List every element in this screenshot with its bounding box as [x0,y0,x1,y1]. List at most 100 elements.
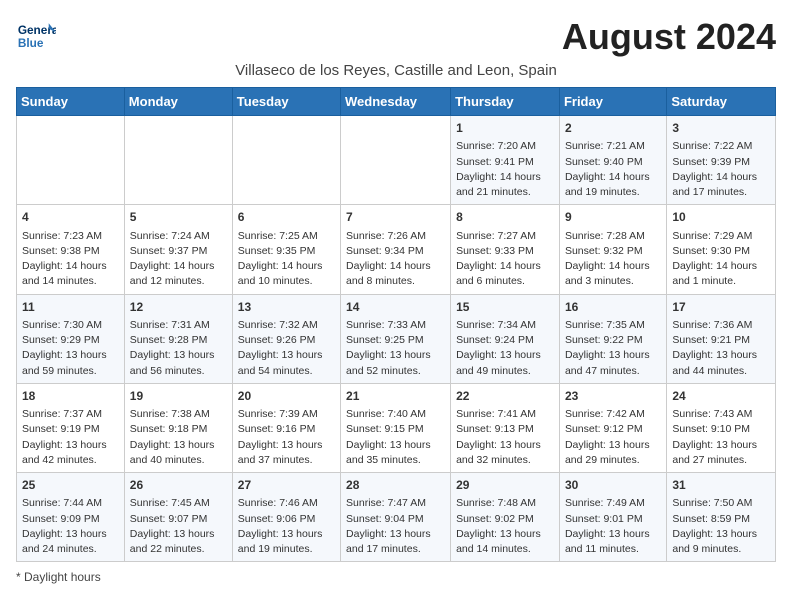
header: General Blue August 2024 [16,16,776,58]
day-number: 16 [565,299,661,316]
calendar-cell: 11 Sunrise: 7:30 AMSunset: 9:29 PMDayligh… [17,294,125,383]
day-info: Sunrise: 7:49 AMSunset: 9:01 PMDaylight:… [565,496,661,557]
calendar-header: SundayMondayTuesdayWednesdayThursdayFrid… [17,88,776,116]
calendar-cell [17,116,125,205]
day-info: Sunrise: 7:48 AMSunset: 9:02 PMDaylight:… [456,496,554,557]
day-info: Sunrise: 7:26 AMSunset: 9:34 PMDaylight:… [346,229,445,290]
day-info: Sunrise: 7:42 AMSunset: 9:12 PMDaylight:… [565,407,661,468]
day-number: 20 [238,388,335,405]
calendar-cell: 13Sunrise: 7:32 AMSunset: 9:26 PMDayligh… [232,294,340,383]
day-number: 10 [672,209,770,226]
day-number: 28 [346,477,445,494]
day-number: 23 [565,388,661,405]
calendar-cell: 14 Sunrise: 7:33 AMSunset: 9:25 PMDayligh… [341,294,451,383]
day-number: 26 [130,477,227,494]
calendar-cell: 19 Sunrise: 7:38 AMSunset: 9:18 PMDayligh… [124,383,232,472]
day-number: 4 [22,209,119,226]
day-info: Sunrise: 7:36 AMSunset: 9:21 PMDaylight:… [672,318,770,379]
day-number: 11 [22,299,119,316]
day-number: 30 [565,477,661,494]
day-info: Sunrise: 7:38 AMSunset: 9:18 PMDaylight:… [130,407,227,468]
calendar-cell: 26 Sunrise: 7:45 AMSunset: 9:07 PMDayligh… [124,473,232,562]
calendar-cell: 8 Sunrise: 7:27 AMSunset: 9:33 PMDaylight… [451,205,560,294]
calendar-cell: 15 Sunrise: 7:34 AMSunset: 9:24 PMDayligh… [451,294,560,383]
weekday-row: SundayMondayTuesdayWednesdayThursdayFrid… [17,88,776,116]
calendar-cell: 9 Sunrise: 7:28 AMSunset: 9:32 PMDaylight… [559,205,666,294]
calendar-cell: 24Sunrise: 7:43 AMSunset: 9:10 PMDayligh… [667,383,776,472]
calendar-cell: 28 Sunrise: 7:47 AMSunset: 9:04 PMDayligh… [341,473,451,562]
calendar-cell: 1Sunrise: 7:20 AMSunset: 9:41 PMDaylight… [451,116,560,205]
day-info: Sunrise: 7:28 AMSunset: 9:32 PMDaylight:… [565,229,661,290]
day-number: 29 [456,477,554,494]
calendar-cell [124,116,232,205]
day-number: 31 [672,477,770,494]
day-info: Sunrise: 7:25 AMSunset: 9:35 PMDaylight:… [238,229,335,290]
calendar-cell: 6Sunrise: 7:25 AMSunset: 9:35 PMDaylight… [232,205,340,294]
calendar-cell: 21Sunrise: 7:40 AMSunset: 9:15 PMDayligh… [341,383,451,472]
week-row-3: 11 Sunrise: 7:30 AMSunset: 9:29 PMDayligh… [17,294,776,383]
day-number: 17 [672,299,770,316]
day-info: Sunrise: 7:33 AMSunset: 9:25 PMDaylight:… [346,318,445,379]
day-info: Sunrise: 7:34 AMSunset: 9:24 PMDaylight:… [456,318,554,379]
day-info: Sunrise: 7:50 AMSunset: 8:59 PMDaylight:… [672,496,770,557]
day-info: Sunrise: 7:45 AMSunset: 9:07 PMDaylight:… [130,496,227,557]
calendar-cell: 27Sunrise: 7:46 AMSunset: 9:06 PMDayligh… [232,473,340,562]
day-number: 18 [22,388,119,405]
day-number: 8 [456,209,554,226]
calendar-title: August 2024 [562,16,776,58]
weekday-header-monday: Monday [124,88,232,116]
day-info: Sunrise: 7:30 AMSunset: 9:29 PMDaylight:… [22,318,119,379]
day-info: Sunrise: 7:47 AMSunset: 9:04 PMDaylight:… [346,496,445,557]
calendar-cell: 17 Sunrise: 7:36 AMSunset: 9:21 PMDayligh… [667,294,776,383]
day-number: 24 [672,388,770,405]
calendar-cell: 16 Sunrise: 7:35 AMSunset: 9:22 PMDayligh… [559,294,666,383]
day-number: 15 [456,299,554,316]
logo-area: General Blue [16,16,56,56]
calendar-cell: 2Sunrise: 7:21 AMSunset: 9:40 PMDaylight… [559,116,666,205]
day-number: 27 [238,477,335,494]
calendar-cell: 23 Sunrise: 7:42 AMSunset: 9:12 PMDayligh… [559,383,666,472]
day-info: Sunrise: 7:32 AMSunset: 9:26 PMDaylight:… [238,318,335,379]
logo-icon: General Blue [16,16,56,56]
day-number: 21 [346,388,445,405]
day-number: 9 [565,209,661,226]
day-info: Sunrise: 7:41 AMSunset: 9:13 PMDaylight:… [456,407,554,468]
svg-text:Blue: Blue [18,36,44,50]
day-number: 25 [22,477,119,494]
weekday-header-saturday: Saturday [667,88,776,116]
day-info: Sunrise: 7:39 AMSunset: 9:16 PMDaylight:… [238,407,335,468]
calendar-cell: 22 Sunrise: 7:41 AMSunset: 9:13 PMDayligh… [451,383,560,472]
week-row-4: 18 Sunrise: 7:37 AMSunset: 9:19 PMDayligh… [17,383,776,472]
calendar-cell: 20 Sunrise: 7:39 AMSunset: 9:16 PMDayligh… [232,383,340,472]
calendar-table: SundayMondayTuesdayWednesdayThursdayFrid… [16,87,776,562]
calendar-cell: 7Sunrise: 7:26 AMSunset: 9:34 PMDaylight… [341,205,451,294]
footer-note-text: Daylight hours [24,570,101,584]
calendar-body: 1Sunrise: 7:20 AMSunset: 9:41 PMDaylight… [17,116,776,562]
week-row-5: 25 Sunrise: 7:44 AMSunset: 9:09 PMDayligh… [17,473,776,562]
day-info: Sunrise: 7:23 AMSunset: 9:38 PMDaylight:… [22,229,119,290]
day-number: 22 [456,388,554,405]
day-info: Sunrise: 7:37 AMSunset: 9:19 PMDaylight:… [22,407,119,468]
calendar-cell: 3Sunrise: 7:22 AMSunset: 9:39 PMDaylight… [667,116,776,205]
day-number: 12 [130,299,227,316]
calendar-cell: 18 Sunrise: 7:37 AMSunset: 9:19 PMDayligh… [17,383,125,472]
day-info: Sunrise: 7:22 AMSunset: 9:39 PMDaylight:… [672,139,770,200]
day-info: Sunrise: 7:44 AMSunset: 9:09 PMDaylight:… [22,496,119,557]
calendar-subtitle: Villaseco de los Reyes, Castille and Leo… [16,62,776,79]
calendar-cell: 31 Sunrise: 7:50 AMSunset: 8:59 PMDayligh… [667,473,776,562]
day-number: 19 [130,388,227,405]
day-info: Sunrise: 7:29 AMSunset: 9:30 PMDaylight:… [672,229,770,290]
day-number: 1 [456,120,554,137]
day-info: Sunrise: 7:24 AMSunset: 9:37 PMDaylight:… [130,229,227,290]
calendar-cell: 29 Sunrise: 7:48 AMSunset: 9:02 PMDayligh… [451,473,560,562]
day-info: Sunrise: 7:21 AMSunset: 9:40 PMDaylight:… [565,139,661,200]
calendar-cell: 25 Sunrise: 7:44 AMSunset: 9:09 PMDayligh… [17,473,125,562]
day-info: Sunrise: 7:35 AMSunset: 9:22 PMDaylight:… [565,318,661,379]
calendar-cell [341,116,451,205]
week-row-1: 1Sunrise: 7:20 AMSunset: 9:41 PMDaylight… [17,116,776,205]
calendar-cell: 5Sunrise: 7:24 AMSunset: 9:37 PMDaylight… [124,205,232,294]
weekday-header-tuesday: Tuesday [232,88,340,116]
calendar-cell: 4 Sunrise: 7:23 AMSunset: 9:38 PMDaylight… [17,205,125,294]
day-number: 14 [346,299,445,316]
day-info: Sunrise: 7:27 AMSunset: 9:33 PMDaylight:… [456,229,554,290]
